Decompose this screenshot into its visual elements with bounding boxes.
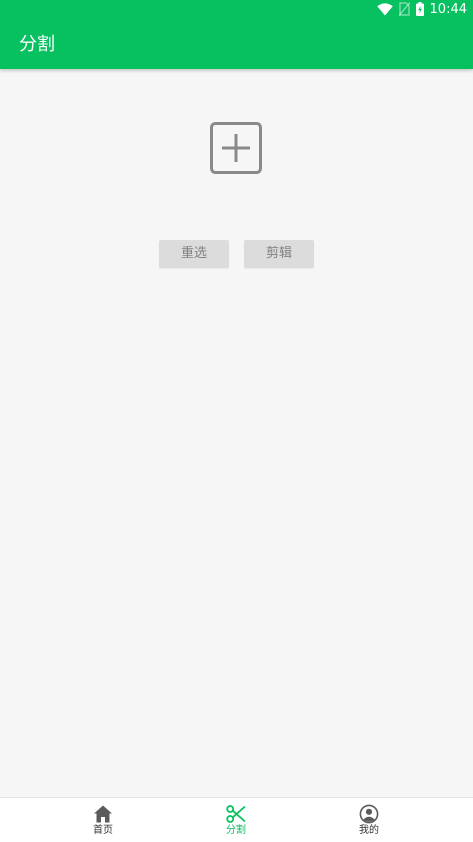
- scissors-icon: [226, 804, 246, 824]
- status-bar: 10:44: [0, 0, 473, 20]
- reselect-button[interactable]: 重选: [159, 240, 229, 268]
- profile-icon: [359, 804, 379, 824]
- status-time: 10:44: [429, 2, 467, 17]
- nav-item-split[interactable]: 分割: [206, 798, 266, 842]
- home-icon: [93, 804, 113, 824]
- app-bar: 分割: [0, 20, 473, 69]
- crop-button[interactable]: 剪辑: [244, 240, 314, 268]
- add-image-button[interactable]: [210, 122, 262, 174]
- status-icons: 10:44: [376, 1, 467, 20]
- page-title: 分割: [19, 34, 55, 55]
- nav-label-home: 首页: [93, 825, 113, 836]
- bottom-nav: 首页 分割 我的: [0, 797, 473, 842]
- battery-charging-icon: [415, 1, 424, 20]
- no-sim-icon: [398, 1, 410, 20]
- wifi-icon: [376, 1, 393, 20]
- nav-item-home[interactable]: 首页: [73, 798, 133, 842]
- nav-item-mine[interactable]: 我的: [339, 798, 399, 842]
- nav-label-mine: 我的: [359, 825, 379, 836]
- nav-label-split: 分割: [226, 825, 246, 836]
- add-square-icon: [210, 122, 262, 174]
